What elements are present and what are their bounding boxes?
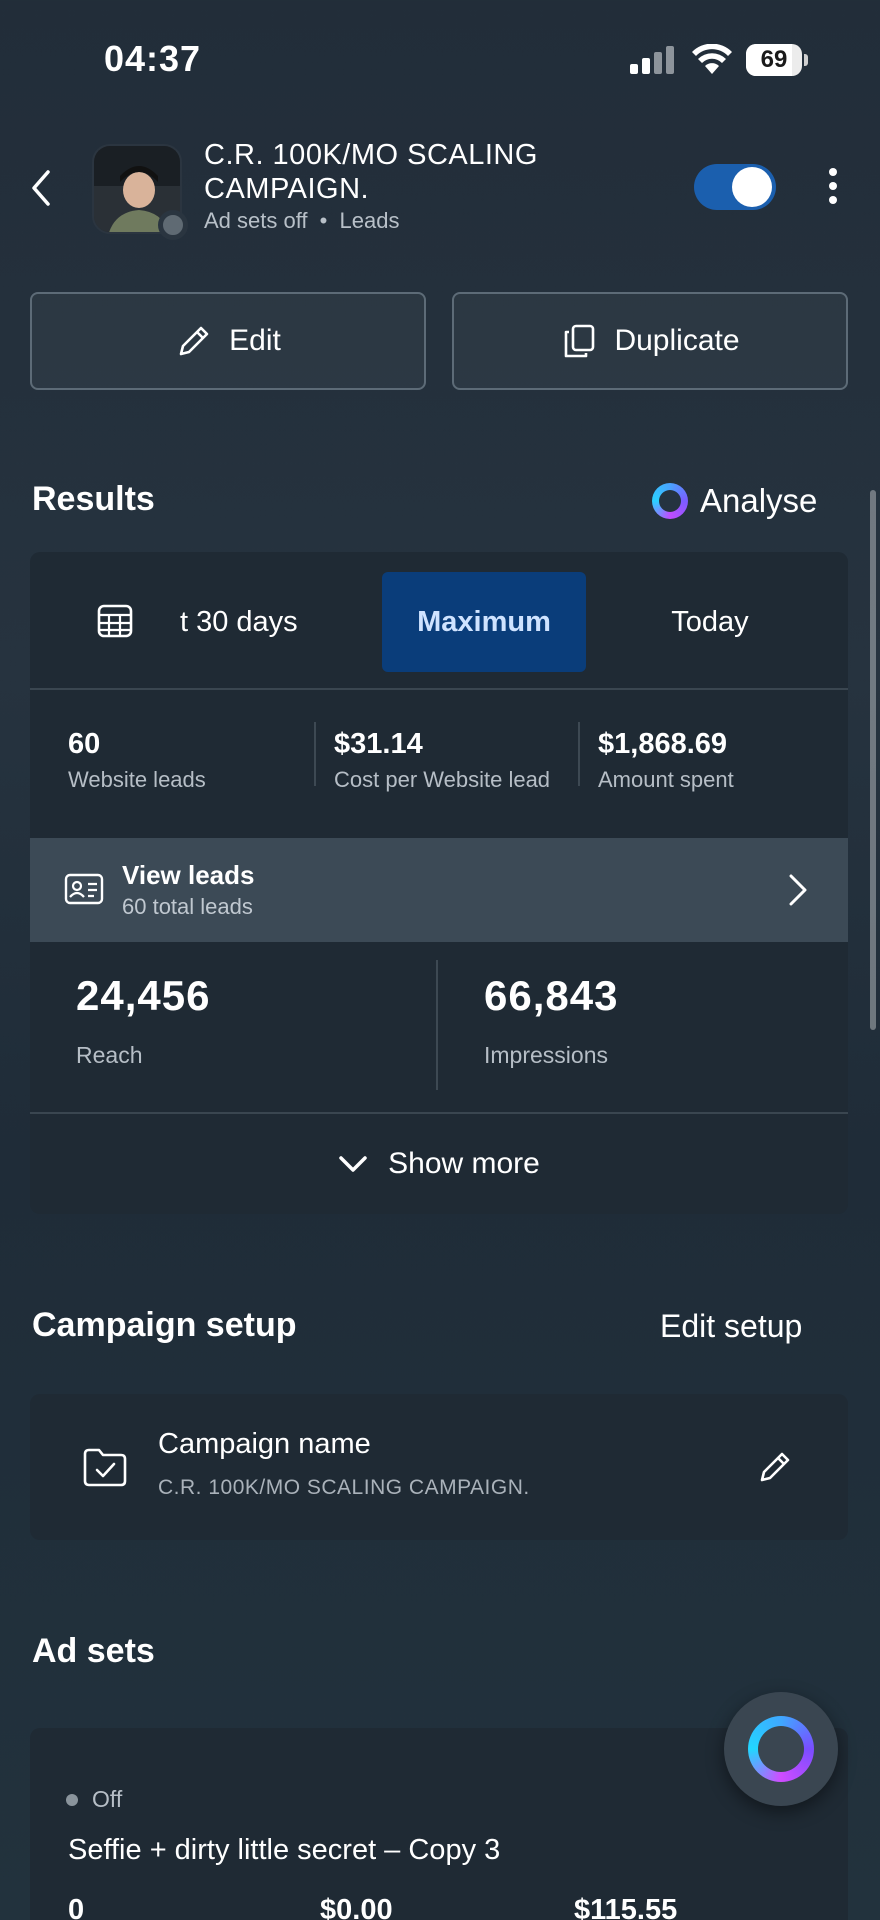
ad-set-metric: $115.55 (574, 1894, 678, 1920)
ad-set-metric: $0.00 (320, 1894, 393, 1920)
tab-last-30-days[interactable]: t 30 days (180, 572, 360, 672)
ad-set-name: Seffie + dirty little secret – Copy 3 (68, 1834, 501, 1866)
campaign-name-value: C.R. 100K/MO SCALING CAMPAIGN. (158, 1476, 530, 1499)
ai-ring-icon (652, 483, 688, 519)
status-dot (158, 210, 188, 240)
metric-value: $1,868.69 (598, 728, 728, 760)
status-dot (66, 1793, 78, 1806)
duplicate-icon (565, 324, 595, 358)
ai-assistant-button[interactable] (724, 1692, 838, 1806)
campaign-status: Ad sets off (204, 208, 308, 233)
pencil-icon (179, 326, 209, 356)
stat-reach: 24,456 Reach (76, 972, 210, 1069)
campaign-objective: Leads (339, 208, 400, 233)
date-range-tabs: t 30 days Maximum Today (30, 552, 848, 690)
tab-maximum[interactable]: Maximum (382, 572, 586, 672)
metric-label: Amount spent (598, 767, 734, 792)
chevron-down-icon (339, 1156, 367, 1172)
results-metrics: 60 Website leads $31.14 Cost per Website… (30, 692, 848, 832)
metric-value: 60 (68, 728, 101, 760)
metric-label: Website leads (68, 767, 206, 792)
battery-level: 69 (760, 46, 788, 73)
back-chevron-icon[interactable] (26, 168, 56, 208)
edit-button-label: Edit (229, 324, 281, 357)
edit-setup-link[interactable]: Edit setup (660, 1308, 802, 1345)
metric-label: Cost per Website lead (334, 767, 551, 792)
metric-website-leads: 60 Website leads (68, 728, 206, 793)
duplicate-button-label: Duplicate (614, 324, 740, 357)
duplicate-button[interactable]: Duplicate (452, 292, 848, 390)
battery-icon: 69 (746, 44, 808, 76)
metric-cost-per-lead: $31.14 Cost per Website lead (334, 728, 550, 793)
wifi-icon (692, 44, 732, 74)
campaign-name-card[interactable]: Campaign name C.R. 100K/MO SCALING CAMPA… (30, 1394, 848, 1540)
calendar-icon[interactable] (96, 602, 134, 640)
cellular-signal-icon (630, 46, 674, 74)
stat-value: 66,843 (484, 972, 619, 1019)
scrollbar[interactable] (870, 490, 876, 1030)
stat-label: Impressions (484, 1042, 608, 1068)
contact-card-icon (64, 873, 104, 905)
show-more-label: Show more (388, 1147, 540, 1180)
chevron-right-icon (789, 874, 807, 906)
ad-set-status: Off (66, 1786, 122, 1813)
results-card: t 30 days Maximum Today 60 Website leads… (30, 552, 848, 1214)
subtitle-separator: • (319, 208, 328, 233)
view-leads-title: View leads (122, 860, 255, 890)
results-title: Results (32, 480, 155, 518)
ad-set-metric: 0 (68, 1894, 85, 1920)
campaign-name-label: Campaign name (158, 1428, 371, 1460)
campaign-toggle[interactable] (694, 164, 776, 210)
ai-ring-icon (748, 1716, 814, 1782)
analyse-label: Analyse (700, 482, 818, 519)
ad-sets-title: Ad sets (32, 1632, 155, 1670)
stat-impressions: 66,843 Impressions (484, 972, 618, 1069)
analyse-button[interactable]: Analyse (652, 482, 817, 520)
tab-today[interactable]: Today (610, 572, 810, 672)
stat-value: 24,456 (76, 972, 211, 1019)
campaign-subtitle: Ad sets off • Leads (204, 208, 399, 234)
pencil-icon[interactable] (756, 1448, 794, 1486)
campaign-title: C.R. 100K/MO SCALING CAMPAIGN. (204, 139, 538, 205)
show-more-button[interactable]: Show more (30, 1112, 848, 1214)
view-leads-row[interactable]: View leads 60 total leads (30, 838, 848, 942)
metric-value: $31.14 (334, 728, 423, 760)
stat-label: Reach (76, 1042, 143, 1068)
view-leads-subtitle: 60 total leads (122, 894, 253, 919)
ad-set-status-label: Off (92, 1786, 123, 1812)
folder-check-icon (83, 1448, 127, 1487)
more-options-icon[interactable] (824, 166, 842, 206)
campaign-setup-title: Campaign setup (32, 1306, 297, 1344)
edit-button[interactable]: Edit (30, 292, 426, 390)
status-time: 04:37 (104, 38, 202, 79)
metric-amount-spent: $1,868.69 Amount spent (598, 728, 734, 793)
avatar (92, 144, 188, 240)
